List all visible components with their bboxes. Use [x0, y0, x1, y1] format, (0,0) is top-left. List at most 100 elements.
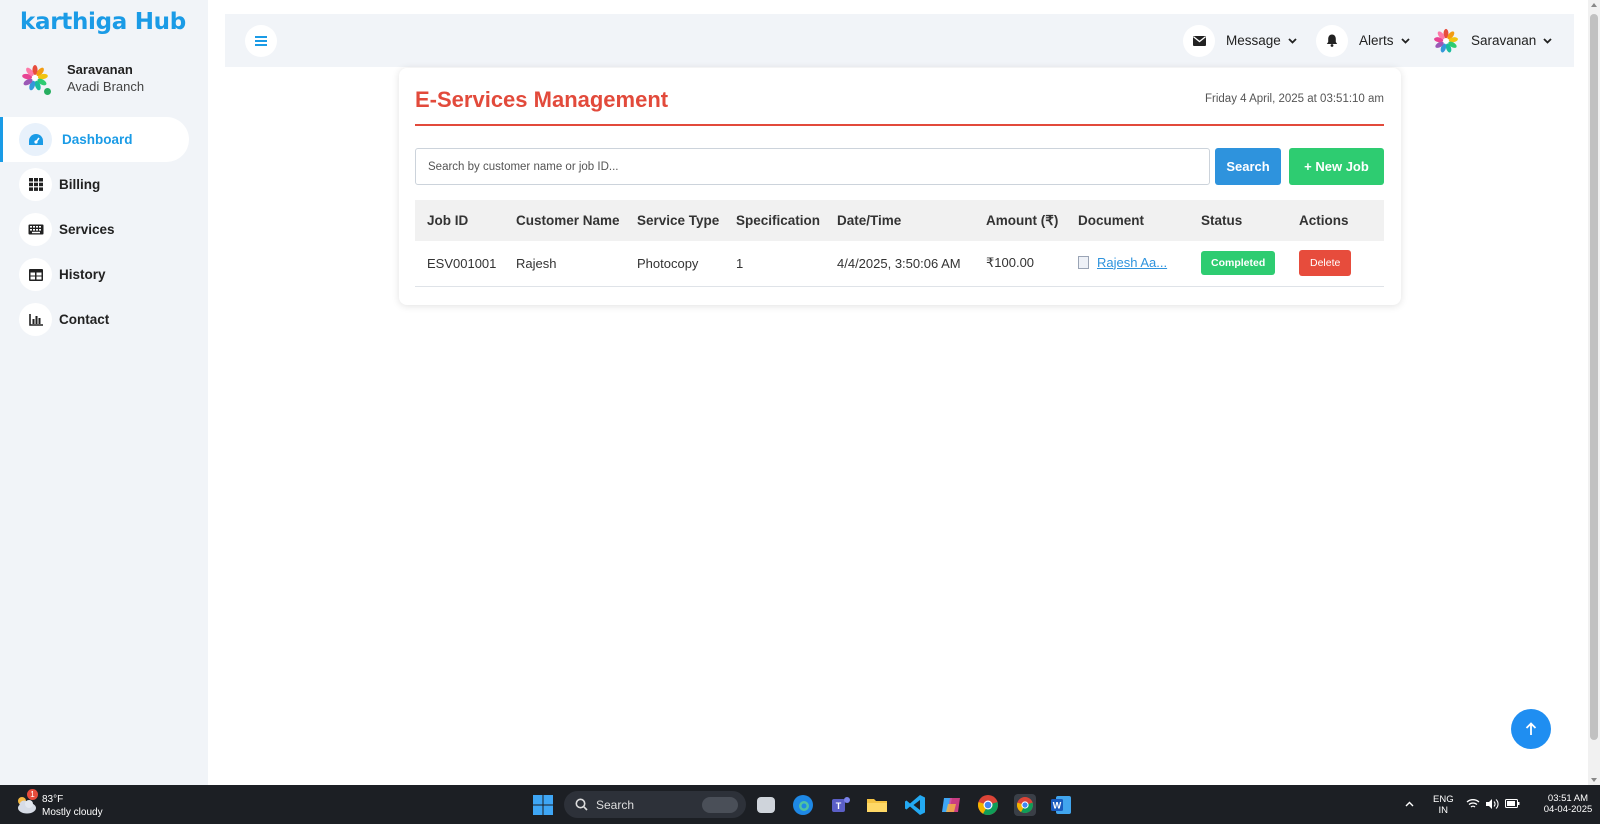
cell-status: Completed [1189, 241, 1287, 287]
weather-description: Mostly cloudy [42, 807, 103, 818]
cell-amount: ₹100.00 [974, 241, 1066, 287]
sidebar-item-services[interactable]: Services [0, 207, 208, 252]
sidebar-nav: Dashboard Billing Services History Conta… [0, 117, 208, 342]
grid-icon [19, 168, 52, 201]
search-button[interactable]: Search [1215, 148, 1281, 185]
document-link[interactable]: Rajesh Aa... [1078, 255, 1167, 270]
envelope-icon [1183, 24, 1215, 57]
sidebar-user-branch: Avadi Branch [67, 79, 145, 94]
scroll-down-arrow-icon[interactable] [1591, 778, 1597, 782]
battery-icon[interactable] [1505, 799, 1520, 808]
jobs-table: Job ID Customer Name Service Type Specif… [415, 200, 1384, 287]
message-label: Message [1226, 33, 1281, 48]
new-job-button[interactable]: + New Job [1289, 148, 1384, 185]
bar-chart-icon [19, 303, 52, 336]
sidebar-item-label: History [59, 267, 106, 282]
chevron-down-icon [1400, 37, 1410, 44]
page-title: E-Services Management [415, 87, 669, 112]
hamburger-icon [255, 36, 267, 46]
sidebar-item-label: Billing [59, 177, 101, 192]
taskbar-date: 04-04-2025 [1543, 804, 1593, 815]
search-input[interactable] [415, 148, 1210, 185]
col-header-amount[interactable]: Amount (₹) [974, 200, 1066, 241]
user-menu-label: Saravanan [1471, 33, 1537, 48]
page-scrollbar[interactable] [1588, 0, 1600, 785]
online-status-dot [43, 87, 52, 96]
volume-icon[interactable] [1485, 798, 1499, 810]
dashboard-gauge-icon [19, 123, 52, 156]
scroll-up-arrow-icon[interactable] [1591, 3, 1597, 7]
sidebar-item-history[interactable]: History [0, 252, 208, 297]
top-header: Message Alerts Saravanan [225, 14, 1574, 67]
keyboard-icon [19, 213, 52, 246]
table-header-row: Job ID Customer Name Service Type Specif… [415, 200, 1384, 241]
cell-job-id: ESV001001 [415, 241, 504, 287]
taskbar-clock[interactable]: 03:51 AM 04-04-2025 [1533, 793, 1600, 815]
weather-notification-badge: 1 [27, 789, 38, 800]
menu-toggle-button[interactable] [245, 25, 277, 57]
taskbar-search-box[interactable]: Search [564, 791, 746, 818]
cell-specification: 1 [724, 241, 825, 287]
chevron-down-icon [1543, 37, 1552, 44]
copilot-icon[interactable] [940, 794, 962, 816]
chrome-icon[interactable] [977, 794, 999, 816]
col-header-actions: Actions [1299, 213, 1349, 228]
vscode-icon[interactable] [904, 794, 926, 816]
e-services-card: E-Services Management Friday 4 April, 20… [399, 68, 1401, 305]
table-row: ESV001001 Rajesh Photocopy 1 4/4/2025, 3… [415, 241, 1384, 287]
taskbar-search-label: Search [596, 797, 635, 812]
chevron-up-icon[interactable] [1405, 801, 1414, 807]
cell-customer-name: Rajesh [504, 241, 625, 287]
svg-text:T: T [836, 801, 842, 811]
cell-date-time: 4/4/2025, 3:50:06 AM [825, 241, 974, 287]
sidebar-item-contact[interactable]: Contact [0, 297, 208, 342]
col-header-job-id[interactable]: Job ID [415, 200, 504, 241]
col-header-status[interactable]: Status [1189, 200, 1287, 241]
col-header-service-type[interactable]: Service Type [625, 200, 724, 241]
sidebar-item-label: Services [59, 222, 115, 237]
sidebar: karthiga Hub Saravanan Avadi Branch Dash… [0, 0, 208, 785]
bell-icon [1316, 24, 1348, 57]
os-taskbar: 1 83°F Mostly cloudy Search T W ENG IN 0… [0, 785, 1600, 824]
col-header-document[interactable]: Document [1066, 200, 1189, 241]
task-view-icon[interactable] [757, 797, 775, 813]
cell-document: Rajesh Aa... [1066, 241, 1189, 287]
search-highlight-icon [702, 796, 738, 813]
weather-temperature: 83°F [42, 794, 64, 805]
language-indicator[interactable]: ENG IN [1433, 794, 1454, 816]
edge-browser-icon[interactable] [792, 794, 814, 816]
sidebar-item-dashboard[interactable]: Dashboard [0, 117, 189, 162]
language-label: ENG [1433, 794, 1454, 805]
sidebar-item-label: Dashboard [62, 132, 133, 147]
status-badge: Completed [1201, 251, 1276, 276]
file-explorer-icon[interactable] [866, 794, 888, 816]
document-link-label: Rajesh Aa... [1097, 254, 1168, 270]
sidebar-user-name: Saravanan [67, 62, 133, 77]
chevron-down-icon [1288, 37, 1297, 44]
cell-service-type: Photocopy [625, 241, 724, 287]
region-label: IN [1438, 805, 1449, 816]
header-message-dropdown[interactable]: Message [1183, 24, 1297, 57]
header-user-dropdown[interactable]: Saravanan [1432, 24, 1552, 57]
teams-icon[interactable]: T [830, 794, 852, 816]
brand-logo-text[interactable]: karthiga Hub [20, 9, 186, 35]
header-alerts-dropdown[interactable]: Alerts [1316, 24, 1410, 57]
chrome-active-icon[interactable] [1014, 794, 1036, 816]
delete-button[interactable]: Delete [1299, 250, 1352, 277]
svg-text:W: W [1053, 801, 1062, 811]
arrow-up-icon [1525, 722, 1537, 735]
windows-start-icon[interactable] [532, 794, 554, 816]
sidebar-item-billing[interactable]: Billing [0, 162, 208, 207]
taskbar-time: 03:51 AM [1547, 793, 1589, 804]
col-header-customer-name[interactable]: Customer Name [504, 200, 625, 241]
word-icon[interactable]: W [1050, 794, 1072, 816]
cell-actions: Delete [1287, 241, 1384, 287]
col-header-date-time[interactable]: Date/Time [825, 200, 974, 241]
table-icon [19, 258, 52, 291]
scroll-to-top-button[interactable] [1511, 709, 1551, 749]
current-datetime: Friday 4 April, 2025 at 03:51:10 am [1205, 93, 1384, 105]
wifi-icon[interactable] [1466, 798, 1480, 809]
title-divider [415, 124, 1384, 126]
scrollbar-thumb[interactable] [1590, 14, 1598, 740]
col-header-specification[interactable]: Specification [724, 200, 825, 241]
